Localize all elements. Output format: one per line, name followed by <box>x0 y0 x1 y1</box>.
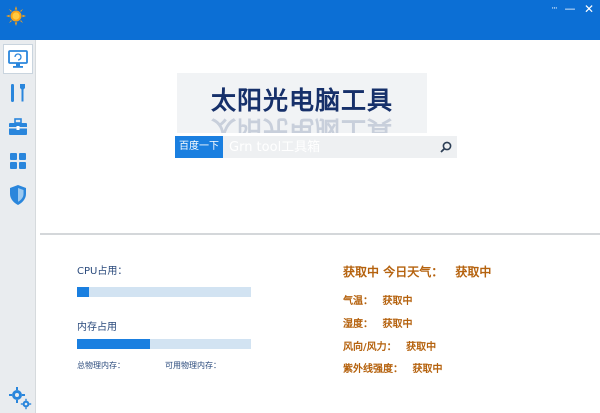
baidu-search-button[interactable]: 百度一下 <box>175 136 223 158</box>
humidity-value: 获取中 <box>382 319 413 330</box>
weather-today-label: 今日天气： <box>383 265 444 279</box>
shield-icon <box>10 185 26 205</box>
banner-title-reflection: 太阳光电脑工具 <box>210 115 393 133</box>
sun-logo-icon <box>6 6 26 26</box>
tools-icon <box>11 84 25 102</box>
memory-usage-label: 内存占用 <box>77 322 117 333</box>
minimize-button[interactable]: — <box>562 2 578 16</box>
main-panel: 太阳光电脑工具 太阳光电脑工具 百度一下 CPU占用： 内存占用 总物理内存： … <box>37 40 600 413</box>
memory-usage-bar-fill <box>77 339 151 349</box>
monitor-icon <box>8 50 28 68</box>
temperature-label: 气温： <box>343 296 373 307</box>
section-divider <box>40 233 600 235</box>
weather-humidity-row: 湿度： 获取中 <box>343 315 412 330</box>
total-memory-label: 总物理内存： <box>77 361 125 370</box>
search-bar: 百度一下 <box>175 136 457 158</box>
sidebar <box>0 40 36 413</box>
search-input[interactable] <box>223 136 457 158</box>
banner-logo: 太阳光电脑工具 太阳光电脑工具 <box>177 73 427 133</box>
toolbox-icon <box>9 118 27 135</box>
temperature-value: 获取中 <box>382 296 413 307</box>
menu-button[interactable]: ··· <box>546 2 562 16</box>
sidebar-item-tools[interactable] <box>3 78 33 108</box>
cpu-usage-bar-fill <box>77 287 90 297</box>
search-icon[interactable] <box>439 140 453 154</box>
close-button[interactable]: ✕ <box>581 2 597 16</box>
title-bar: ··· — ✕ <box>0 0 600 40</box>
cpu-usage-bar <box>77 287 251 297</box>
wind-label: 风向/风力： <box>343 342 397 353</box>
weather-uv-row: 紫外线强度： 获取中 <box>343 360 442 375</box>
settings-gears-icon[interactable] <box>8 386 32 410</box>
cpu-usage-label: CPU占用： <box>77 266 128 277</box>
sidebar-item-toolbox[interactable] <box>3 112 33 142</box>
sidebar-item-apps[interactable] <box>3 146 33 176</box>
weather-temperature-row: 气温： 获取中 <box>343 292 412 307</box>
wind-value: 获取中 <box>406 342 437 353</box>
uv-label: 紫外线强度： <box>343 364 403 375</box>
uv-value: 获取中 <box>412 364 443 375</box>
apps-grid-icon <box>10 153 26 169</box>
weather-header: 获取中 今日天气： 获取中 <box>343 263 491 280</box>
sidebar-item-monitor[interactable] <box>3 44 33 74</box>
banner-title: 太阳光电脑工具 <box>210 86 393 115</box>
weather-wind-row: 风向/风力： 获取中 <box>343 338 436 353</box>
available-memory-label: 可用物理内存： <box>165 361 221 370</box>
humidity-label: 湿度： <box>343 319 373 330</box>
weather-today-value: 获取中 <box>455 265 492 279</box>
sidebar-item-security[interactable] <box>3 180 33 210</box>
weather-location: 获取中 <box>343 265 380 279</box>
memory-usage-bar <box>77 339 251 349</box>
